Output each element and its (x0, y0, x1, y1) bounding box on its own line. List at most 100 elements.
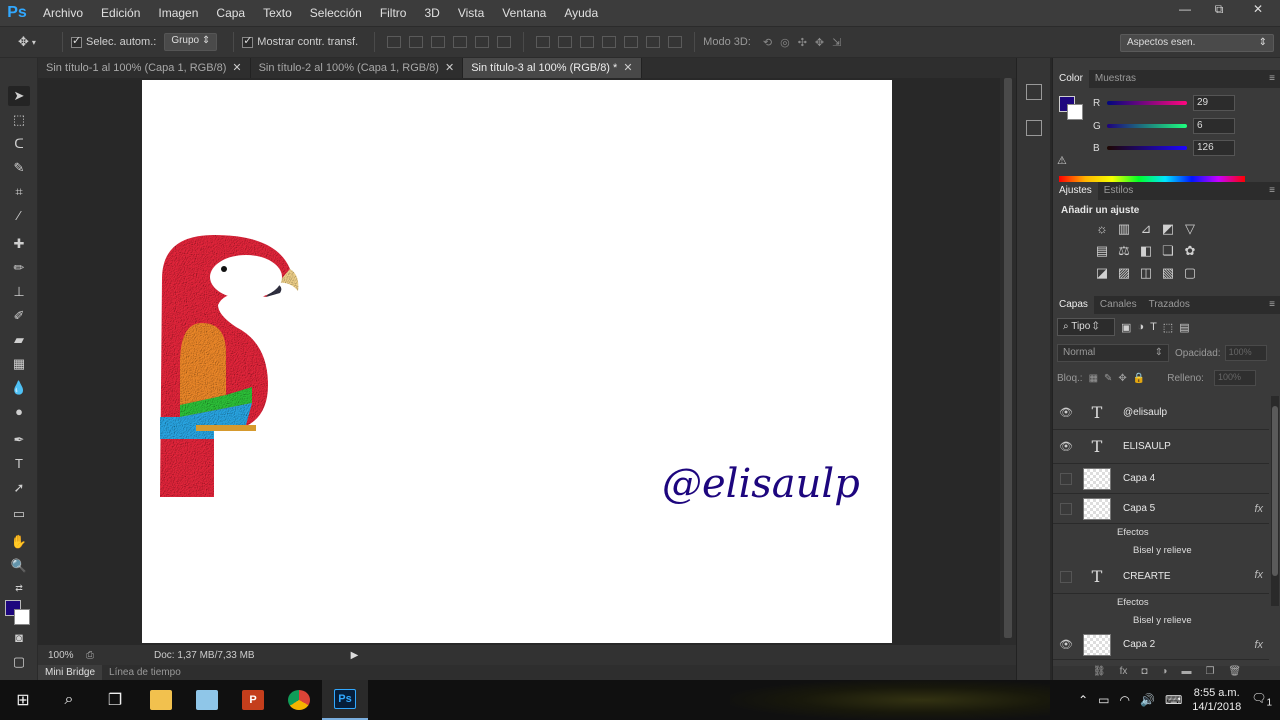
tab-sin-titulo-1[interactable]: Sin título-1 al 100% (Capa 1, RGB/8) ✕ (38, 58, 251, 78)
start-button[interactable]: ⊞ (0, 680, 46, 720)
volume-icon[interactable]: 🔊 (1140, 693, 1155, 707)
effects-row[interactable]: Efectos (1053, 524, 1269, 542)
tab-color[interactable]: Color (1053, 70, 1089, 88)
menu-capa[interactable]: Capa (207, 6, 254, 20)
tab-canales[interactable]: Canales (1094, 296, 1143, 314)
align-left-icon[interactable] (453, 36, 468, 48)
3d-scale-icon[interactable]: ⇲ (832, 36, 841, 49)
3d-drag-icon[interactable]: ✣ (798, 36, 807, 49)
crop-tool-icon[interactable]: ⌗ (8, 182, 30, 202)
restore-button[interactable]: ⧉ (1202, 0, 1236, 20)
dodge-tool-icon[interactable]: ● (8, 402, 30, 422)
exposure-icon[interactable]: ◩ (1157, 221, 1179, 237)
eyedropper-tool-icon[interactable]: ⁄ (8, 206, 30, 226)
pixel-filter-icon[interactable]: ▣ (1121, 321, 1131, 334)
align-vcenter-icon[interactable] (409, 36, 424, 48)
clone-stamp-tool-icon[interactable]: ⊥ (8, 282, 30, 302)
lasso-tool-icon[interactable]: ᑕ (8, 134, 30, 154)
menu-filtro[interactable]: Filtro (371, 6, 416, 20)
move-tool-icon[interactable]: ➤ (8, 86, 30, 106)
move-tool-preset[interactable]: ✥ ▾ (18, 34, 54, 50)
layer-row[interactable]: 👁 Capa 2 fx (1053, 630, 1269, 660)
blur-tool-icon[interactable]: 💧 (8, 378, 30, 398)
invert-icon[interactable]: ◪ (1091, 265, 1113, 281)
menu-edicion[interactable]: Edición (92, 6, 149, 20)
eye-icon[interactable]: 👁 (1053, 638, 1079, 651)
zoom-level[interactable]: 100% (38, 650, 82, 661)
document-canvas[interactable]: @elisaulp (142, 80, 892, 643)
tab-ajustes[interactable]: Ajustes (1053, 182, 1098, 200)
fx-icon[interactable]: fx (1254, 503, 1263, 515)
eye-icon[interactable]: 👁 (1053, 440, 1079, 453)
healing-brush-tool-icon[interactable]: ✚ (8, 234, 30, 254)
type-filter-icon[interactable]: T (1150, 321, 1157, 333)
menu-3d[interactable]: 3D (415, 6, 448, 20)
battery-icon[interactable]: ▭ (1098, 693, 1109, 707)
taskbar-chrome[interactable] (276, 680, 322, 720)
align-right-icon[interactable] (497, 36, 512, 48)
tab-trazados[interactable]: Trazados (1143, 296, 1196, 314)
r-slider[interactable] (1107, 101, 1187, 105)
adjustment-filter-icon[interactable]: ◑ (1137, 321, 1144, 333)
zoom-tool-icon[interactable]: 🔍 (8, 556, 30, 576)
visibility-toggle[interactable] (1060, 570, 1072, 583)
search-button[interactable]: ⌕ (46, 680, 92, 720)
close-icon[interactable]: ✕ (232, 62, 241, 74)
scroll-thumb[interactable] (1004, 78, 1012, 638)
status-menu-arrow-icon[interactable]: ▶ (351, 650, 359, 661)
black-white-icon[interactable]: ◧ (1135, 243, 1157, 259)
panel-menu-icon[interactable]: ≡ (1269, 296, 1280, 314)
hue-saturation-icon[interactable]: ▤ (1091, 243, 1113, 259)
layers-scrollbar[interactable] (1271, 396, 1279, 606)
auto-select-checkbox[interactable] (71, 34, 82, 48)
tab-muestras[interactable]: Muestras (1089, 70, 1142, 88)
b-slider[interactable] (1107, 146, 1187, 150)
brightness-icon[interactable]: ☼ (1091, 221, 1113, 237)
fill-field[interactable]: 100% (1213, 370, 1256, 386)
new-layer-icon[interactable]: ❐ (1205, 666, 1214, 680)
vertical-scrollbar[interactable] (1000, 78, 1016, 645)
layer-row[interactable]: T CREARTE fx (1053, 560, 1269, 594)
menu-texto[interactable]: Texto (254, 6, 301, 20)
workspace-dropdown[interactable]: Aspectos esen. ⇕ (1120, 34, 1274, 52)
layer-kind-filter[interactable]: ⌕ Tipo ⇕ (1057, 318, 1115, 336)
tab-estilos[interactable]: Estilos (1098, 182, 1139, 200)
type-tool-icon[interactable]: T (8, 454, 30, 474)
menu-archivo[interactable]: Archivo (34, 6, 92, 20)
selective-color-icon[interactable]: ▢ (1179, 265, 1201, 281)
curves-icon[interactable]: ⊿ (1135, 221, 1157, 237)
distribute-top-icon[interactable] (536, 36, 551, 48)
channel-mixer-icon[interactable]: ✿ (1179, 243, 1201, 259)
brush-tool-icon[interactable]: ✏ (8, 258, 30, 278)
history-brush-tool-icon[interactable]: ✐ (8, 306, 30, 326)
3d-slide-icon[interactable]: ✥ (815, 36, 824, 49)
hand-tool-icon[interactable]: ✋ (8, 532, 30, 552)
link-icon[interactable]: ⛓ (1093, 666, 1106, 680)
add-style-icon[interactable]: fx (1120, 666, 1128, 680)
photo-filter-icon[interactable]: ❏ (1157, 243, 1179, 259)
fx-icon[interactable]: fx (1254, 639, 1263, 651)
r-value-field[interactable]: 29 (1193, 95, 1235, 111)
opacity-field[interactable]: 100% (1224, 345, 1267, 361)
close-button[interactable]: ✕ (1236, 0, 1280, 20)
clock[interactable]: 8:55 a.m. 14/1/2018 (1192, 686, 1241, 714)
3d-rotate-icon[interactable]: ⟲ (763, 36, 772, 49)
tab-linea-de-tiempo[interactable]: Línea de tiempo (102, 665, 188, 680)
distribute-right-icon[interactable] (646, 36, 661, 48)
auto-select-dropdown[interactable]: Grupo ⇕ (164, 33, 218, 51)
add-mask-icon[interactable]: ◘ (1141, 666, 1147, 680)
export-icon[interactable]: ⎙ (86, 650, 94, 661)
align-hcenter-icon[interactable] (475, 36, 490, 48)
menu-ayuda[interactable]: Ayuda (555, 6, 607, 20)
delete-icon[interactable]: 🗑 (1228, 666, 1241, 680)
align-top-icon[interactable] (387, 36, 402, 48)
marquee-tool-icon[interactable]: ⬚ (8, 110, 30, 130)
lock-transparent-icon[interactable]: ▦ (1089, 373, 1098, 384)
b-value-field[interactable]: 126 (1193, 140, 1235, 156)
distribute-hcenter-icon[interactable] (624, 36, 639, 48)
show-transform-checkbox[interactable] (242, 34, 254, 48)
task-view-button[interactable]: ❐ (92, 680, 138, 720)
scroll-thumb[interactable] (1272, 406, 1278, 576)
tab-sin-titulo-2[interactable]: Sin título-2 al 100% (Capa 1, RGB/8) ✕ (251, 58, 464, 78)
panel-menu-icon[interactable]: ≡ (1269, 70, 1280, 88)
